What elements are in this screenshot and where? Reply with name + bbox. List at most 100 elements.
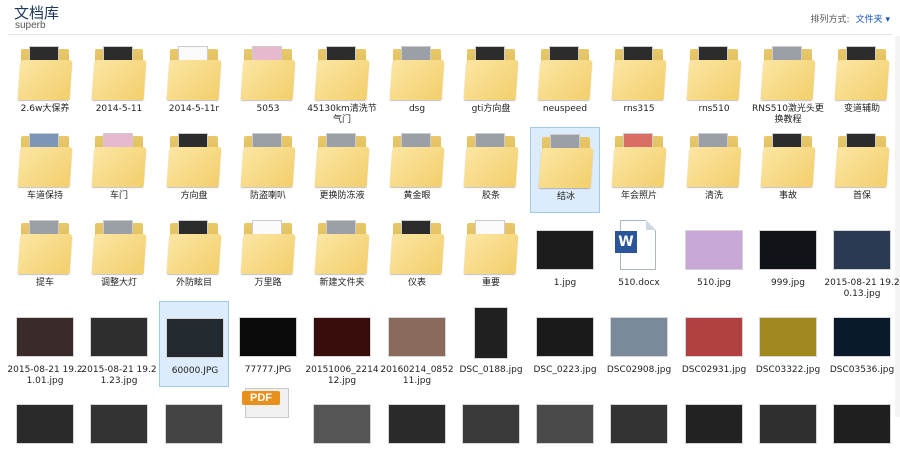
folder-icon (91, 220, 147, 274)
item-label: 调整大灯 (100, 278, 137, 288)
arrange-by: 排列方式: 文件夹 (811, 12, 890, 25)
image-thumbnail (388, 317, 446, 357)
file-item[interactable] (604, 388, 674, 474)
folder-icon (166, 133, 222, 187)
folder-item[interactable]: rns315 (604, 40, 674, 126)
folder-item[interactable]: 更换防冻液 (307, 127, 377, 213)
folder-icon (159, 40, 229, 102)
file-item[interactable]: PDF (233, 388, 303, 474)
file-item[interactable] (456, 388, 526, 474)
folder-icon (17, 46, 73, 100)
folder-icon (827, 40, 897, 102)
file-item[interactable]: 77777.JPG (233, 301, 303, 387)
file-item[interactable]: W 510.docx (604, 214, 674, 300)
folder-item[interactable]: 年会照片 (604, 127, 674, 213)
word-document-icon: W (604, 214, 674, 276)
folder-item[interactable]: 事故 (753, 127, 823, 213)
folder-item[interactable]: RNS510激光头更换教程 (752, 40, 824, 126)
folder-item[interactable]: 方向盘 (159, 127, 229, 213)
item-label: 新建文件夹 (319, 278, 365, 288)
folder-item[interactable]: 黄金眼 (382, 127, 452, 213)
folder-item[interactable]: 2.6w大保养 (10, 40, 80, 126)
file-item[interactable]: 60000.JPG (159, 301, 229, 387)
folder-item[interactable]: 仪表 (382, 214, 452, 300)
folder-icon (233, 214, 303, 276)
item-label: 清洗 (704, 191, 723, 201)
folder-icon (538, 134, 594, 188)
file-item[interactable]: 999.jpg (753, 214, 823, 300)
file-item[interactable] (382, 388, 452, 474)
folder-item[interactable]: 变道辅助 (827, 40, 897, 126)
folder-icon (456, 40, 526, 102)
file-grid: 2.6w大保养 2014-5-11 2014-5-11r 5053 45130km清洗节… (7, 36, 900, 444)
folder-item[interactable]: 胶条 (456, 127, 526, 213)
folder-item[interactable]: 外防眩目 (159, 214, 229, 300)
folder-icon (679, 127, 749, 189)
item-label: 更换防冻液 (319, 191, 365, 201)
file-item[interactable]: 2015-08-21 19.21.01.jpg (7, 301, 83, 387)
folder-item[interactable]: 重要 (456, 214, 526, 300)
image-thumbnail (313, 404, 371, 444)
file-item[interactable]: DSC02931.jpg (679, 301, 749, 387)
image-thumbnail (160, 302, 230, 364)
folder-item[interactable]: neuspeed (530, 40, 600, 126)
folder-item[interactable]: 新建文件夹 (307, 214, 377, 300)
file-item[interactable]: DSC03322.jpg (753, 301, 823, 387)
image-thumbnail (16, 404, 74, 444)
arrange-by-dropdown[interactable]: 文件夹 (856, 15, 890, 25)
item-label: 提车 (35, 278, 54, 288)
folder-item[interactable]: 2014-5-11r (159, 40, 229, 126)
folder-item[interactable]: rns510 (679, 40, 749, 126)
folder-item[interactable]: 提车 (10, 214, 80, 300)
file-item[interactable] (10, 388, 80, 474)
file-item[interactable]: 20151006_221412.jpg (305, 301, 379, 387)
file-item[interactable]: 2015-08-21 19.20.13.jpg (824, 214, 900, 300)
folder-item[interactable]: 防盗喇叭 (233, 127, 303, 213)
file-item[interactable]: 2015-08-21 19.21.23.jpg (81, 301, 157, 387)
folder-icon (166, 220, 222, 274)
item-label: 仪表 (407, 278, 426, 288)
folder-item[interactable]: dsg (382, 40, 452, 126)
file-item[interactable] (84, 388, 154, 474)
file-item[interactable] (753, 388, 823, 474)
file-item[interactable] (530, 388, 600, 474)
image-thumbnail (536, 230, 594, 270)
folder-item[interactable]: 车门 (84, 127, 154, 213)
folder-item[interactable]: 调整大灯 (84, 214, 154, 300)
item-label: 年会照片 (620, 191, 657, 201)
folder-item[interactable]: 5053 (233, 40, 303, 126)
folder-item[interactable]: 清洗 (679, 127, 749, 213)
file-item[interactable]: 20160214_085211.jpg (380, 301, 454, 387)
folder-item[interactable]: 首保 (827, 127, 897, 213)
image-thumbnail (84, 388, 154, 450)
folder-item[interactable]: 结冰 (530, 127, 600, 213)
folder-item[interactable]: gti方向盘 (456, 40, 526, 126)
item-label: 外防眩目 (175, 278, 212, 288)
file-item[interactable] (307, 388, 377, 474)
folder-icon (389, 133, 445, 187)
arrange-by-label: 排列方式: (810, 15, 850, 25)
folder-item[interactable]: 2014-5-11 (84, 40, 154, 126)
image-thumbnail (530, 388, 600, 450)
folder-item[interactable]: 车道保持 (10, 127, 80, 213)
file-item[interactable]: DSC_0223.jpg (530, 301, 600, 387)
file-item[interactable]: DSC_0188.jpg (456, 301, 526, 387)
item-label: rns315 (623, 104, 655, 114)
file-item[interactable]: DSC03536.jpg (827, 301, 897, 387)
file-item[interactable] (159, 388, 229, 474)
file-item[interactable]: DSC02908.jpg (604, 301, 674, 387)
image-thumbnail (753, 388, 823, 450)
folder-icon (382, 40, 452, 102)
folder-item[interactable]: 万里路 (233, 214, 303, 300)
item-label: 2015-08-21 19.21.01.jpg (7, 365, 83, 386)
folder-item[interactable]: 45130km清洗节气门 (307, 40, 377, 126)
file-item[interactable]: 1.jpg (530, 214, 600, 300)
item-label: 2014-5-11r (168, 104, 220, 114)
file-item[interactable]: 510.jpg (679, 214, 749, 300)
image-thumbnail (679, 301, 749, 363)
file-item[interactable] (827, 388, 897, 474)
file-item[interactable] (679, 388, 749, 474)
folder-icon (834, 46, 890, 100)
image-thumbnail (388, 404, 446, 444)
item-label: 20160214_085211.jpg (380, 365, 454, 386)
